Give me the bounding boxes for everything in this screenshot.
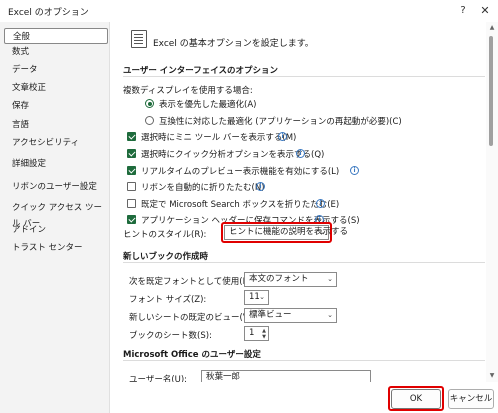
ok-button[interactable]: OK: [391, 389, 441, 409]
scroll-down-icon[interactable]: ▼: [487, 372, 497, 380]
sidebar-item-formulas[interactable]: 数式: [4, 44, 108, 60]
tooltip-style-dropdown[interactable]: ヒントに機能の説明を表示する ⌄: [224, 225, 348, 240]
page-header: Excel の基本オプションを設定します。: [153, 39, 314, 49]
footer: OK キャンセル: [111, 382, 498, 413]
section-title-new-workbook: 新しいブックの作成時: [123, 252, 209, 262]
sidebar-item-data[interactable]: データ: [4, 62, 108, 78]
sidebar-item-customize-ribbon[interactable]: リボンのユーザー設定: [4, 179, 108, 195]
default-view-value: 標準ビュー: [249, 310, 292, 320]
title-bar: Excel のオプション ? ✕: [0, 0, 498, 22]
checkbox-collapse-ribbon-label[interactable]: リボンを自動的に折りたたむ(N): [141, 181, 265, 193]
radio-optimize-display-label[interactable]: 表示を優先した最適化(A): [159, 98, 256, 110]
sidebar-item-trust-center[interactable]: トラスト センター: [4, 240, 108, 256]
options-document-icon: [131, 30, 147, 48]
default-view-dropdown[interactable]: 標準ビュー ⌄: [244, 308, 337, 323]
chevron-down-icon: ⌄: [327, 311, 333, 319]
sidebar-item-addins[interactable]: アドイン: [4, 222, 108, 238]
close-icon[interactable]: ✕: [477, 3, 493, 19]
scroll-up-icon[interactable]: ▲: [487, 24, 497, 32]
window-title: Excel のオプション: [8, 8, 89, 18]
chevron-down-icon: ⌄: [319, 228, 325, 236]
scrollbar[interactable]: ▲ ▼: [486, 22, 498, 382]
sheet-count-label: ブックのシート数(S):: [129, 331, 212, 341]
section-title-ui: ユーザー インターフェイスのオプション: [123, 66, 279, 76]
sidebar-item-save[interactable]: 保存: [4, 98, 108, 114]
info-icon: i: [316, 199, 325, 208]
scroll-thumb[interactable]: [489, 36, 493, 146]
default-font-dropdown[interactable]: 本文のフォント ⌄: [244, 272, 337, 287]
radio-optimize-compat[interactable]: [145, 116, 154, 125]
sidebar-item-accessibility[interactable]: アクセシビリティ: [4, 135, 108, 151]
checkbox-quick-analysis[interactable]: [127, 149, 136, 158]
sheet-count-spinbox[interactable]: 1 ▲ ▼: [244, 326, 269, 341]
main-panel: Excel の基本オプションを設定します。 ユーザー インターフェイスのオプショ…: [111, 22, 498, 385]
radio-optimize-display[interactable]: [145, 99, 154, 108]
default-view-label: 新しいシートの既定のビュー(V):: [129, 313, 255, 323]
checkbox-collapse-search-label[interactable]: 既定で Microsoft Search ボックスを折りたたむ(E): [141, 198, 339, 210]
checkbox-minitoolbar[interactable]: [127, 132, 136, 141]
default-font-label: 次を既定フォントとして使用(N):: [129, 277, 256, 287]
divider: [123, 76, 485, 77]
default-font-value: 本文のフォント: [249, 274, 309, 284]
divider: [123, 360, 485, 361]
checkbox-live-preview[interactable]: [127, 166, 136, 175]
checkbox-collapse-ribbon[interactable]: [127, 182, 136, 191]
sidebar-item-advanced[interactable]: 詳細設定: [4, 156, 108, 172]
sidebar-item-general[interactable]: 全般: [4, 28, 108, 44]
checkbox-minitoolbar-label[interactable]: 選択時にミニ ツール バーを表示する(M): [141, 131, 296, 143]
font-size-label: フォント サイズ(Z):: [129, 295, 207, 305]
spin-arrows-icon[interactable]: ▲ ▼: [262, 328, 266, 340]
tooltip-style-label: ヒントのスタイル(R):: [123, 230, 207, 240]
sidebar-item-proofing[interactable]: 文章校正: [4, 80, 108, 96]
info-icon: i: [256, 182, 265, 191]
help-icon[interactable]: ?: [455, 3, 471, 19]
tooltip-style-value: ヒントに機能の説明を表示する: [229, 227, 349, 237]
multi-display-label: 複数ディスプレイを使用する場合:: [123, 86, 253, 96]
info-icon: i: [278, 132, 287, 141]
checkbox-save-commands[interactable]: [127, 215, 136, 224]
chevron-down-icon: ⌄: [327, 275, 333, 283]
checkbox-live-preview-label[interactable]: リアルタイムのプレビュー表示機能を有効にする(L): [141, 165, 339, 177]
info-icon: i: [350, 166, 359, 175]
font-size-dropdown[interactable]: 11 ⌄: [244, 290, 269, 305]
divider: [123, 262, 485, 263]
sheet-count-value: 1: [249, 328, 255, 338]
section-title-office: Microsoft Office のユーザー設定: [123, 350, 261, 360]
info-icon: i: [296, 149, 305, 158]
checkbox-collapse-search[interactable]: [127, 199, 136, 208]
radio-optimize-compat-label[interactable]: 互換性に対応した最適化 (アプリケーションの再起動が必要)(C): [159, 115, 402, 127]
cancel-button[interactable]: キャンセル: [448, 389, 494, 409]
username-value: 秋葉一郎: [206, 372, 241, 382]
chevron-down-icon: ⌄: [259, 293, 265, 301]
sidebar-item-language[interactable]: 言語: [4, 117, 108, 133]
sidebar-item-quick-access-toolbar[interactable]: クイック アクセス ツール バー: [4, 200, 108, 229]
sidebar: 全般 数式 データ 文章校正 保存 言語 アクセシビリティ 詳細設定 リボンのユ…: [0, 22, 110, 413]
